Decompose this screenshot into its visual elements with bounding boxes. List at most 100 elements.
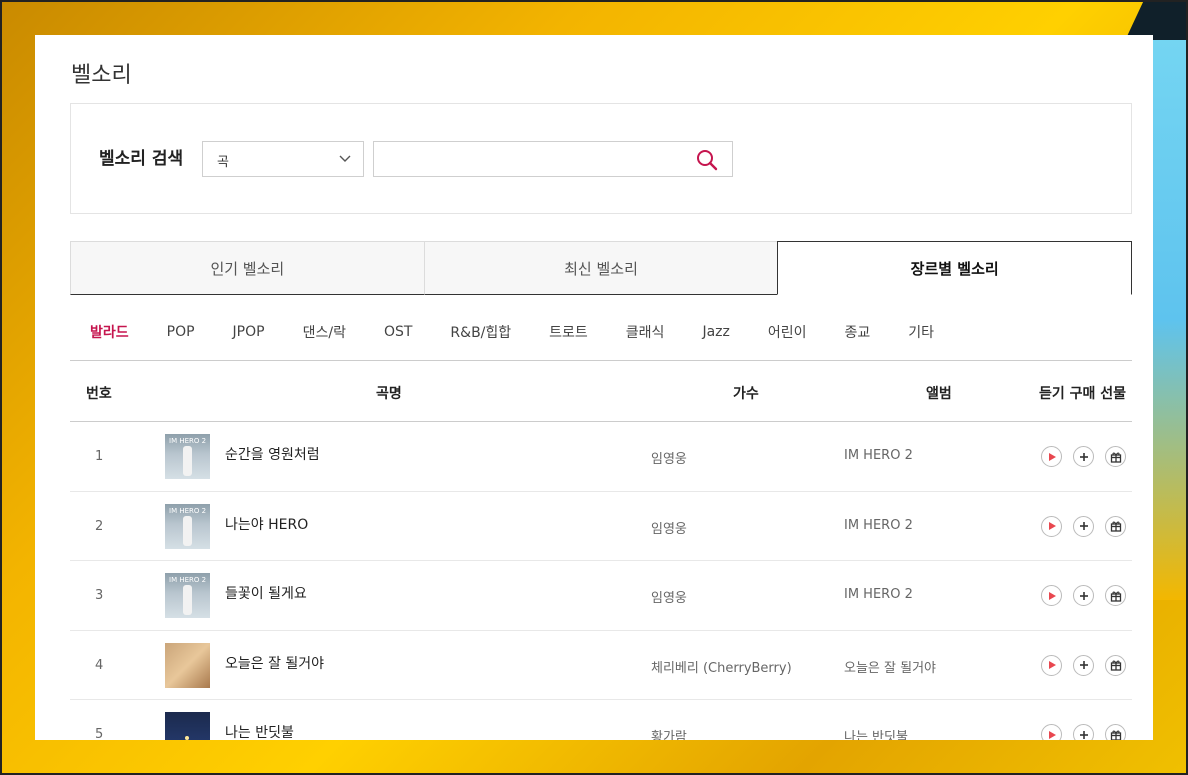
gift-icon [1110,660,1121,671]
plus-icon [1079,452,1088,461]
song-title[interactable]: 나는야 HERO [225,514,308,534]
ringtone-panel: 벨소리 벨소리 검색 곡 인기 벨소리 최신 벨소리 장르별 벨소리 발라드 P… [35,35,1153,740]
artist-name[interactable]: 임영웅 [651,448,687,467]
table-row[interactable]: 1 IM HERO 2 순간을 영원처럼 임영웅 IM HERO 2 [70,422,1132,492]
play-icon [1048,661,1056,669]
chevron-down-icon [339,149,351,173]
gift-button[interactable] [1105,515,1126,537]
tab-latest[interactable]: 최신 벨소리 [423,241,778,295]
header-album: 앨범 [926,386,952,402]
search-icon[interactable] [696,149,718,171]
play-button[interactable] [1041,724,1062,740]
table-row[interactable]: 2 IM HERO 2 나는야 HERO 임영웅 IM HERO 2 [70,492,1132,561]
song-title[interactable]: 순간을 영원처럼 [225,444,320,464]
search-field[interactable] [373,141,733,177]
search-type-value: 곡 [217,155,229,170]
header-no: 번호 [86,386,112,402]
genre-classical[interactable]: 클래식 [626,322,665,342]
table-header: 번호 곡명 가수 앨범 듣기 구매 선물 [70,361,1132,422]
play-button[interactable] [1041,585,1062,606]
play-icon [1048,591,1056,600]
row-number: 4 [95,657,104,673]
row-number: 5 [95,727,104,740]
gift-button[interactable] [1105,446,1126,467]
album-cover-figure [183,585,192,615]
search-input[interactable] [374,142,674,176]
album-name[interactable]: IM HERO 2 [844,518,913,533]
purchase-button[interactable] [1073,446,1094,467]
header-title: 곡명 [376,386,402,402]
ringtone-tabs: 인기 벨소리 최신 벨소리 장르별 벨소리 [70,241,1133,295]
genre-dance-rock[interactable]: 댄스/락 [303,322,346,342]
play-icon [1048,522,1056,530]
play-icon [1048,452,1056,461]
gift-button[interactable] [1105,654,1126,676]
play-button[interactable] [1041,515,1062,537]
album-cover-text: IM HERO 2 [169,576,207,584]
song-title[interactable]: 나는 반딧불 [225,722,294,740]
tab-popular[interactable]: 인기 벨소리 [70,241,424,295]
song-title[interactable]: 오늘은 잘 될거야 [225,653,324,673]
table-body: 1 IM HERO 2 순간을 영원처럼 임영웅 IM HERO 2 2 IM HERO 2… [70,422,1132,740]
gift-icon [1110,452,1121,463]
genre-pop[interactable]: POP [167,324,195,340]
album-thumbnail[interactable]: IM HERO 2 [165,503,210,549]
plus-icon [1079,522,1088,530]
genre-filter: 발라드 POP JPOP 댄스/락 OST R&B/힙합 트로트 클래식 Jaz… [70,317,1132,347]
gift-button[interactable] [1105,724,1126,740]
album-name[interactable]: IM HERO 2 [844,448,913,463]
album-name[interactable]: 나는 반딧불 [844,726,908,740]
header-actions: 듣기 구매 선물 [1039,386,1127,402]
table-row[interactable]: 5 나는 반딧불 황가람 나는 반딧불 [70,700,1132,740]
play-button[interactable] [1041,654,1062,676]
play-icon [1048,730,1056,739]
play-button[interactable] [1041,446,1062,467]
album-thumbnail[interactable] [165,642,210,688]
purchase-button[interactable] [1073,585,1094,606]
genre-religion[interactable]: 종교 [844,322,870,342]
album-cover-figure [183,515,192,546]
gift-icon [1110,591,1121,602]
genre-jazz[interactable]: Jazz [702,324,729,340]
album-cover-text: IM HERO 2 [169,437,207,445]
purchase-button[interactable] [1073,515,1094,537]
genre-ost[interactable]: OST [384,324,412,340]
row-number: 1 [95,449,104,464]
tab-genre[interactable]: 장르별 벨소리 [777,241,1133,295]
search-box: 벨소리 검색 곡 [70,103,1132,214]
artist-name[interactable]: 황가람 [651,726,687,740]
table-row[interactable]: 3 IM HERO 2 들꽃이 될게요 임영웅 IM HERO 2 [70,561,1132,631]
genre-ballad[interactable]: 발라드 [90,322,129,342]
gift-button[interactable] [1105,585,1126,606]
album-cover-text: IM HERO 2 [169,506,207,515]
album-name[interactable]: IM HERO 2 [844,587,913,602]
album-cover-figure [183,446,192,476]
ringtone-table: 번호 곡명 가수 앨범 듣기 구매 선물 1 IM HERO 2 순간을 영원처럼 임… [70,360,1132,740]
album-thumbnail[interactable] [165,712,210,740]
gift-icon [1110,521,1121,532]
purchase-button[interactable] [1073,724,1094,740]
search-type-select[interactable]: 곡 [202,141,364,177]
genre-rnb-hiphop[interactable]: R&B/힙합 [450,322,511,342]
row-number: 2 [95,518,104,534]
artist-name[interactable]: 체리베리 (CherryBerry) [651,657,792,676]
gift-icon [1110,730,1121,740]
genre-trot[interactable]: 트로트 [549,322,588,342]
album-name[interactable]: 오늘은 잘 될거야 [844,657,936,676]
row-number: 3 [95,588,104,603]
artist-name[interactable]: 임영웅 [651,518,687,537]
artist-name[interactable]: 임영웅 [651,587,687,606]
table-row[interactable]: 4 오늘은 잘 될거야 체리베리 (CherryBerry) 오늘은 잘 될거야 [70,631,1132,700]
genre-etc[interactable]: 기타 [908,322,934,342]
album-thumbnail[interactable]: IM HERO 2 [165,434,210,479]
genre-jpop[interactable]: JPOP [233,324,265,340]
search-label: 벨소리 검색 [99,149,184,169]
song-title[interactable]: 들꽃이 될게요 [225,583,307,603]
plus-icon [1079,730,1088,739]
album-cover-dot [185,736,189,740]
purchase-button[interactable] [1073,654,1094,676]
page-title: 벨소리 [71,63,132,88]
genre-kids[interactable]: 어린이 [768,322,807,342]
plus-icon [1079,591,1088,600]
album-thumbnail[interactable]: IM HERO 2 [165,573,210,618]
